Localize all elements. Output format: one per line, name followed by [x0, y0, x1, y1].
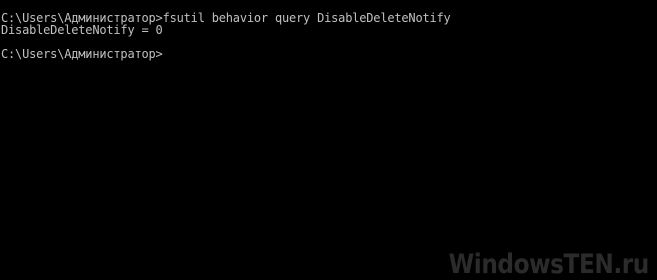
console-prompt-line[interactable]: C:\Users\Администратор> — [1, 48, 163, 60]
console-output-line: DisableDeleteNotify = 0 — [1, 23, 163, 37]
site-watermark: WindowsTEN.ru — [448, 249, 650, 280]
console-window[interactable]: C:\Users\Администратор>fsutil behavior q… — [0, 0, 657, 280]
console-scroll-gutter — [651, 0, 657, 277]
